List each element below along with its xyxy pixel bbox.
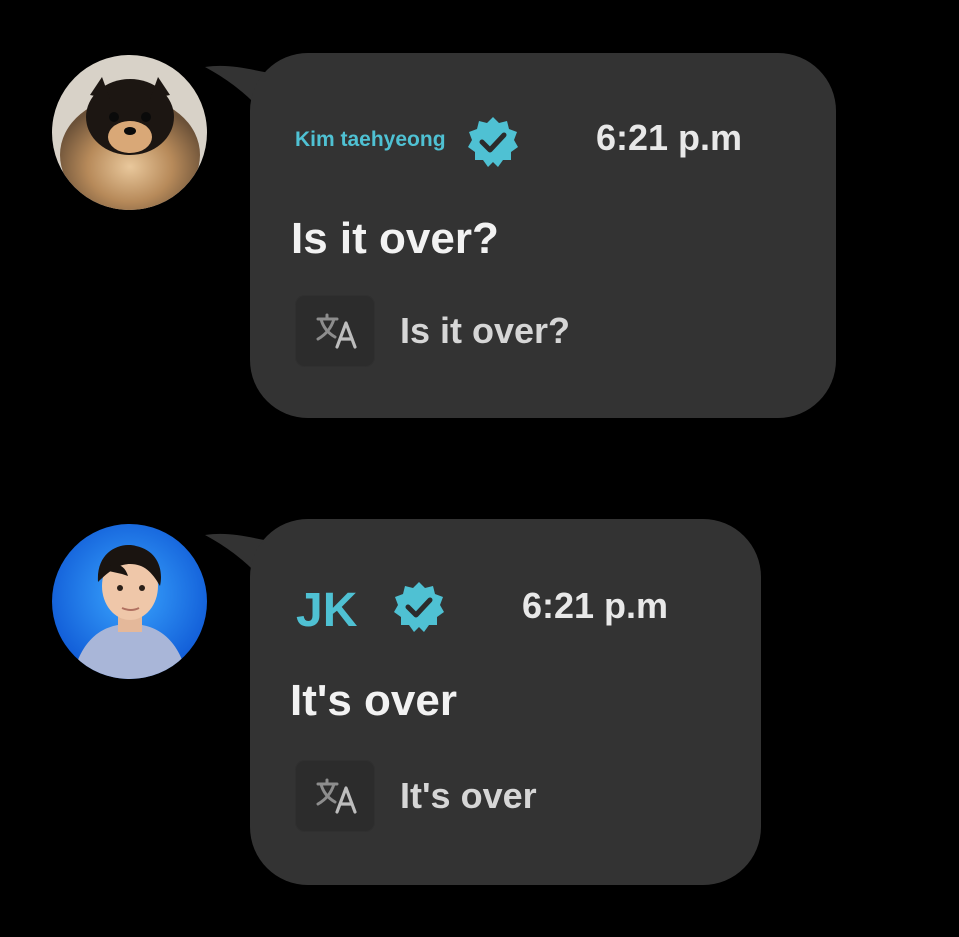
translate-button[interactable] bbox=[295, 760, 375, 832]
avatar[interactable] bbox=[52, 524, 207, 679]
translated-text: Is it over? bbox=[400, 310, 571, 351]
translate-button[interactable] bbox=[295, 295, 375, 367]
translate-icon bbox=[316, 778, 357, 814]
sender-name[interactable]: Kim taehyeong bbox=[295, 128, 446, 152]
translate-icon bbox=[316, 313, 357, 349]
avatar[interactable] bbox=[52, 55, 207, 210]
message-timestamp: 6:21 p.m bbox=[596, 117, 743, 158]
message-text: It's over bbox=[290, 676, 457, 725]
translated-text: It's over bbox=[400, 775, 537, 816]
verified-badge-icon bbox=[392, 580, 446, 634]
person-avatar-image bbox=[52, 524, 207, 679]
verified-badge-icon bbox=[466, 115, 520, 169]
message-timestamp: 6:21 p.m bbox=[522, 585, 669, 626]
sender-name[interactable]: JK bbox=[296, 583, 357, 638]
pomeranian-avatar-image bbox=[52, 55, 207, 210]
message-text: Is it over? bbox=[291, 214, 499, 263]
